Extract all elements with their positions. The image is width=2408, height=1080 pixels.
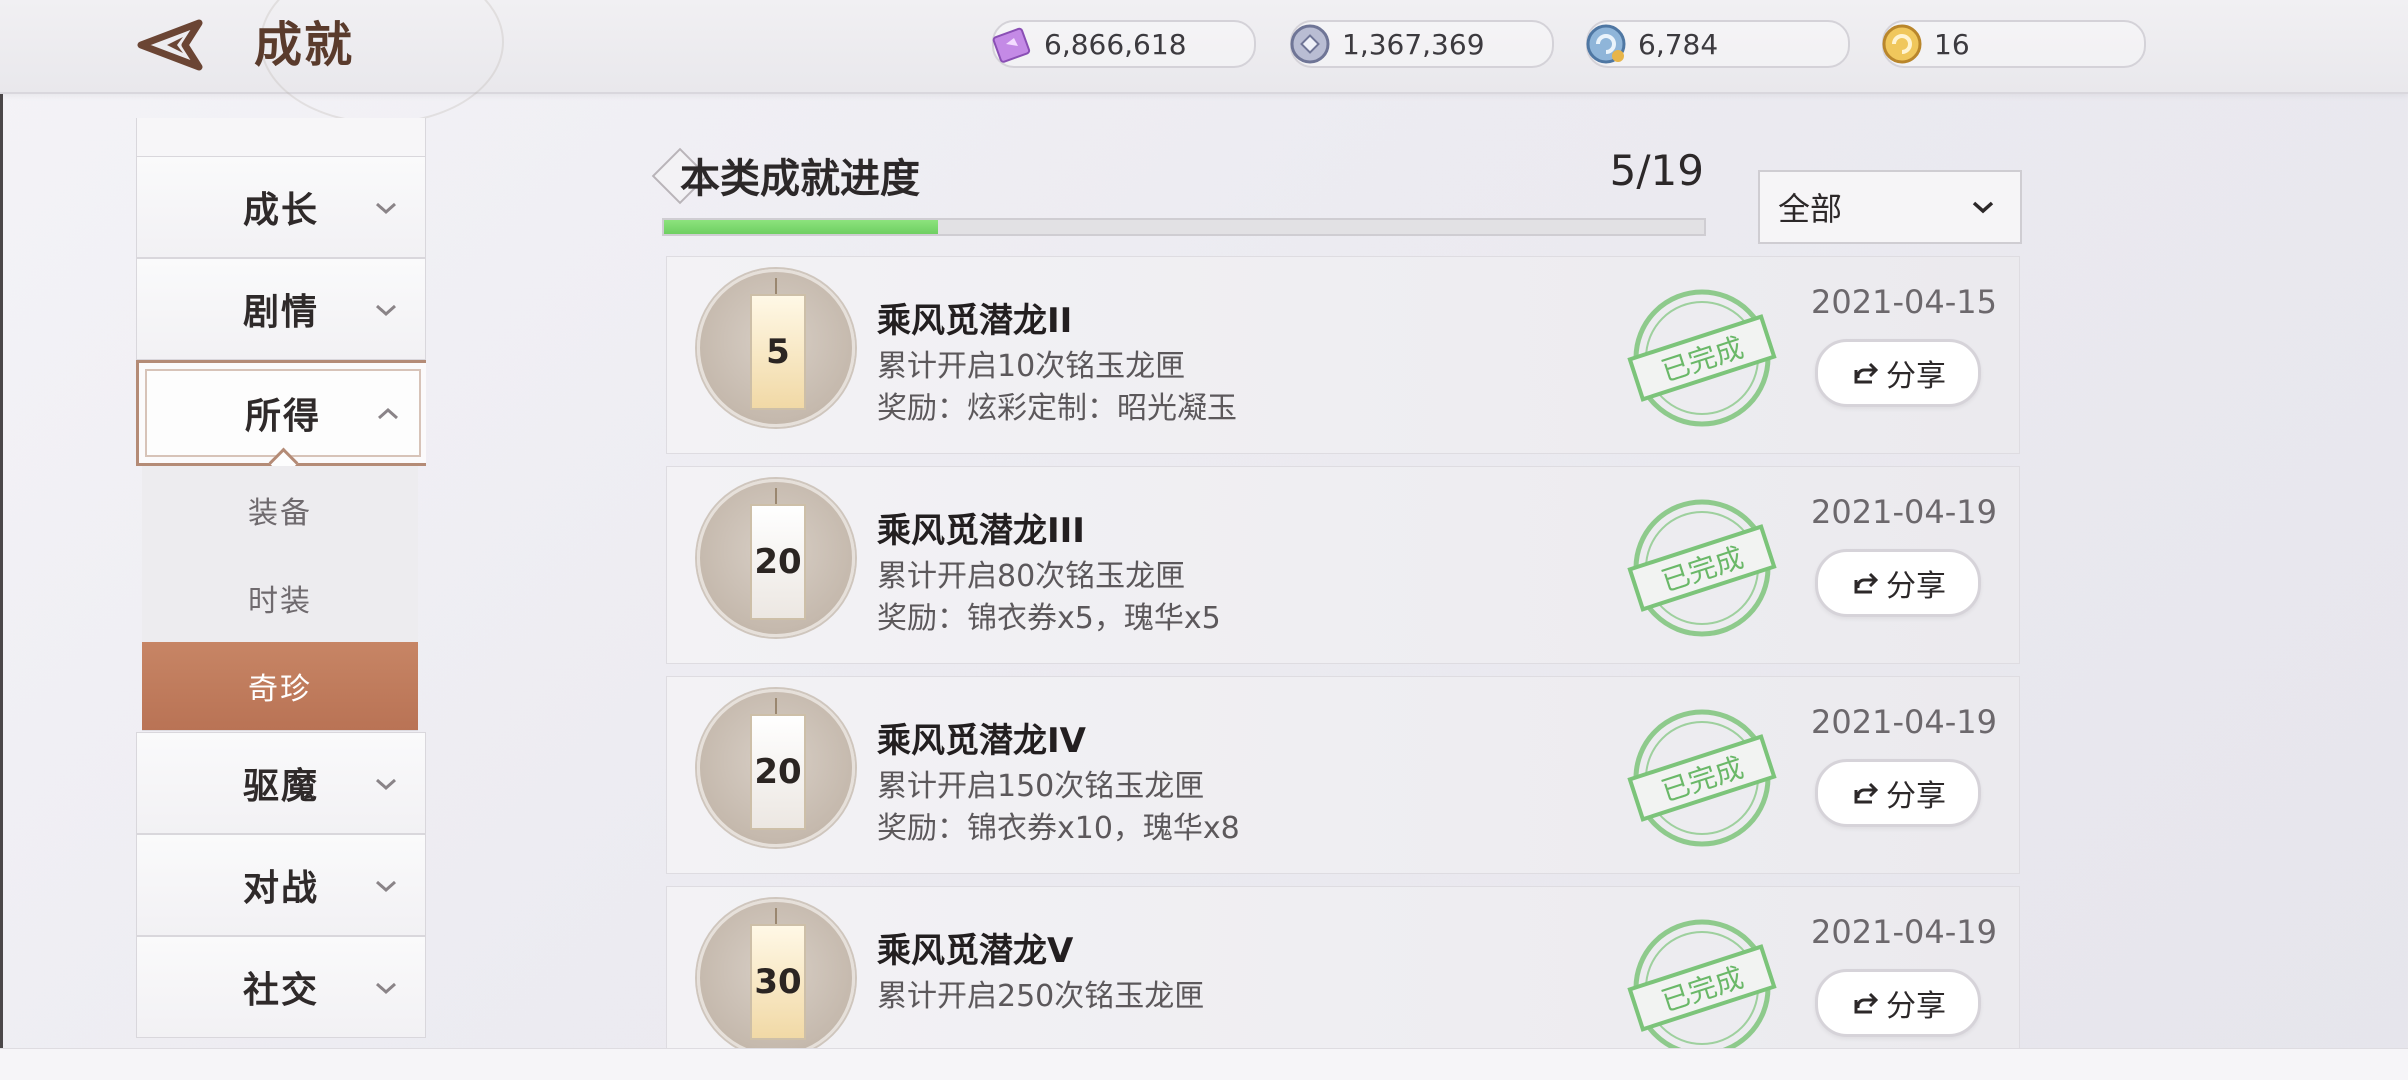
crystal-card-icon	[986, 18, 1038, 70]
gold-token-icon	[1876, 18, 1928, 70]
sidebar-item-battle[interactable]: 对战	[136, 834, 426, 936]
currency-value: 1,367,369	[1342, 27, 1485, 61]
currency-gold-token[interactable]: 16	[1882, 20, 2146, 68]
achievement-list[interactable]: 5 乘风觅潜龙II 累计开启10次铭玉龙匣 奖励：炫彩定制：昭光凝玉 已完成 2…	[666, 256, 2020, 1048]
filter-selected-label: 全部	[1778, 190, 1843, 228]
share-label: 分享	[1886, 779, 1946, 814]
badge-tag: 30	[750, 924, 806, 1040]
chevron-down-icon	[376, 982, 396, 995]
chevron-down-icon	[376, 304, 396, 317]
currency-blue-token[interactable]: 6,784	[1586, 20, 1850, 68]
achievement-card: 20 乘风觅潜龙III 累计开启80次铭玉龙匣 奖励：锦衣券x5，瑰华x5 已完…	[666, 466, 2020, 664]
achievement-card: 30 乘风觅潜龙V 累计开启250次铭玉龙匣 已完成 2021-04-19 分享	[666, 886, 2020, 1048]
currency-value: 6,866,618	[1044, 27, 1187, 61]
share-icon	[1854, 782, 1879, 804]
share-icon	[1854, 992, 1879, 1014]
share-button[interactable]: 分享	[1815, 549, 1981, 617]
completed-stamp: 已完成	[1627, 709, 1777, 847]
silver-coin-icon	[1284, 18, 1336, 70]
progress-bar	[662, 218, 1706, 236]
completed-stamp: 已完成	[1627, 919, 1777, 1048]
sidebar-item-exorcism[interactable]: 驱魔	[136, 732, 426, 834]
caret-down-icon	[1972, 201, 1994, 214]
currency-crystal[interactable]: 6,866,618	[992, 20, 1256, 68]
back-button[interactable]	[136, 14, 208, 76]
achievement-name: 乘风觅潜龙V	[877, 931, 1074, 971]
achievement-reward: 奖励：锦衣券x10，瑰华x8	[877, 811, 1240, 846]
sidebar-item-growth[interactable]: 成长	[136, 156, 426, 258]
progress-count: 5/19	[1609, 146, 1704, 195]
achievement-reward: 奖励：锦衣券x5，瑰华x5	[877, 601, 1221, 636]
progress-title: 本类成就进度	[680, 156, 920, 202]
share-icon	[1854, 362, 1879, 384]
currency-silver[interactable]: 1,367,369	[1290, 20, 1554, 68]
sidebar-item-label: 所得	[244, 396, 321, 437]
achievement-desc: 累计开启150次铭玉龙匣	[877, 769, 1205, 804]
achievement-date: 2021-04-19	[1811, 493, 1997, 531]
sidebar-item-label: 成长	[242, 190, 319, 231]
achievement-badge: 20	[697, 479, 855, 637]
sidebar-item-social[interactable]: 社交	[136, 936, 426, 1038]
sidebar-item-label: 社交	[242, 970, 319, 1011]
achievement-card: 5 乘风觅潜龙II 累计开启10次铭玉龙匣 奖励：炫彩定制：昭光凝玉 已完成 2…	[666, 256, 2020, 454]
achievement-date: 2021-04-19	[1811, 913, 1997, 951]
badge-tag: 20	[750, 504, 806, 620]
sidebar-item-partial[interactable]	[136, 118, 426, 157]
sidebar-item-label: 对战	[242, 868, 319, 909]
achievement-date: 2021-04-19	[1811, 703, 1997, 741]
currency-value: 16	[1934, 27, 1970, 61]
achievement-name: 乘风觅潜龙IV	[877, 721, 1086, 761]
badge-tag: 20	[750, 714, 806, 830]
achievement-badge: 20	[697, 689, 855, 847]
sub-item-equipment[interactable]: 装备	[142, 466, 418, 555]
sidebar-item-label: 驱魔	[242, 766, 319, 807]
achievement-desc: 累计开启10次铭玉龙匣	[877, 349, 1186, 384]
achievement-desc: 累计开启250次铭玉龙匣	[877, 979, 1205, 1014]
achievement-name: 乘风觅潜龙III	[877, 511, 1085, 551]
bottom-strip	[0, 1048, 2408, 1080]
sidebar-item-acquired[interactable]: 所得	[136, 360, 426, 478]
sidebar-item-story[interactable]: 剧情	[136, 258, 426, 360]
sub-item-fashion[interactable]: 时装	[142, 554, 418, 643]
top-bar: 成就 6,866,618 1,367,369 6,784 16	[0, 0, 2408, 124]
achievement-badge: 30	[697, 899, 855, 1048]
left-edge-line	[0, 92, 3, 1052]
progress-bar-fill	[664, 220, 938, 234]
chevron-up-icon	[378, 407, 398, 420]
category-sidebar[interactable]: 成长 剧情 所得 装备 时装 奇珍 驱魔 对战 社交	[136, 118, 426, 1048]
achievement-reward: 奖励：炫彩定制：昭光凝玉	[877, 391, 1237, 426]
chevron-down-icon	[376, 880, 396, 893]
share-label: 分享	[1886, 359, 1946, 394]
share-button[interactable]: 分享	[1815, 759, 1981, 827]
achievement-desc: 累计开启80次铭玉龙匣	[877, 559, 1186, 594]
completed-stamp: 已完成	[1627, 289, 1777, 427]
share-label: 分享	[1886, 569, 1946, 604]
sub-item-treasures[interactable]: 奇珍	[142, 642, 418, 731]
blue-token-icon	[1580, 18, 1632, 70]
filter-dropdown[interactable]: 全部	[1758, 170, 2022, 244]
achievement-badge: 5	[697, 269, 855, 427]
achievement-name: 乘风觅潜龙II	[877, 301, 1073, 341]
badge-tag: 5	[750, 294, 806, 410]
sidebar-item-label: 剧情	[242, 292, 319, 333]
chevron-down-icon	[376, 778, 396, 791]
achievement-date: 2021-04-15	[1811, 283, 1997, 321]
achievement-card: 20 乘风觅潜龙IV 累计开启150次铭玉龙匣 奖励：锦衣券x10，瑰华x8 已…	[666, 676, 2020, 874]
completed-stamp: 已完成	[1627, 499, 1777, 637]
share-button[interactable]: 分享	[1815, 969, 1981, 1037]
back-arrow-icon	[137, 19, 203, 71]
chevron-down-icon	[376, 202, 396, 215]
share-icon	[1854, 572, 1879, 594]
share-button[interactable]: 分享	[1815, 339, 1981, 407]
currency-value: 6,784	[1638, 27, 1719, 61]
page-title: 成就	[254, 17, 355, 73]
share-label: 分享	[1886, 989, 1946, 1024]
